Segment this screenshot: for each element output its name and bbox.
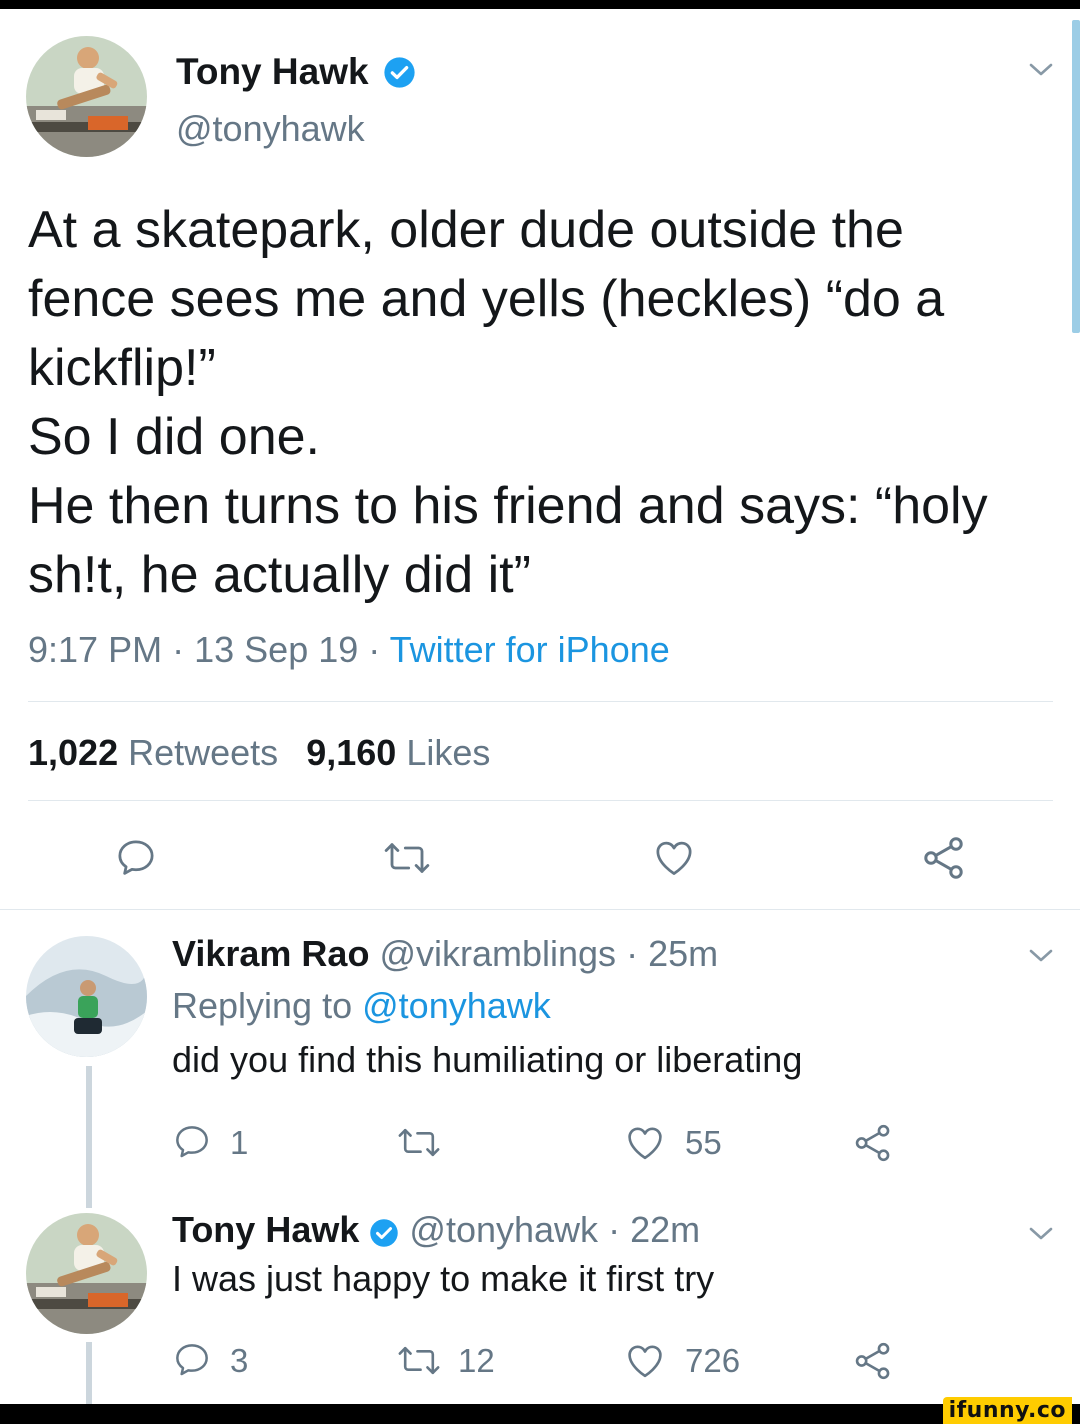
- like-count: 55: [685, 1124, 722, 1161]
- author-name[interactable]: Vikram Rao: [172, 933, 369, 974]
- tweet-date[interactable]: 13 Sep 19: [194, 629, 358, 670]
- time-ago[interactable]: 22m: [630, 1209, 700, 1250]
- watermark: ifunny.co: [942, 1397, 1072, 1424]
- tweet-text-line: At a skatepark, older dude outside the: [28, 201, 904, 259]
- retweets-label: Retweets: [128, 732, 279, 773]
- meta-separator: ·: [172, 629, 185, 670]
- reply-icon[interactable]: [114, 836, 158, 880]
- thread-line: [86, 1342, 92, 1404]
- reply-text: did you find this humiliating or liberat…: [172, 1039, 803, 1080]
- avatar[interactable]: [26, 1213, 147, 1334]
- retweet-icon[interactable]: [396, 1124, 442, 1161]
- tweet-source[interactable]: Twitter for iPhone: [390, 629, 670, 670]
- retweet-icon[interactable]: [382, 838, 432, 878]
- tweet-text: At a skatepark, older dude outside the f…: [28, 196, 988, 610]
- tweet-text-line: sh!t, he actually did it”: [28, 546, 531, 604]
- reply-text: I was just happy to make it first try: [172, 1258, 715, 1299]
- avatar[interactable]: [26, 36, 147, 157]
- avatar[interactable]: [26, 936, 147, 1057]
- likes-stat[interactable]: 9,160 Likes: [306, 732, 490, 773]
- author-row: Tony Hawk: [176, 50, 416, 94]
- reply-header: Vikram Rao @vikramblings · 25m: [172, 932, 718, 976]
- likes-label: Likes: [406, 732, 491, 773]
- meta-separator: ·: [608, 1209, 621, 1250]
- tweet-text-line: fence sees me and yells (heckles) “do a: [28, 270, 945, 328]
- tweet-time[interactable]: 9:17 PM: [28, 629, 162, 670]
- author-handle[interactable]: @tonyhawk: [176, 108, 365, 150]
- top-bar: [0, 0, 1080, 9]
- heart-icon[interactable]: [652, 836, 696, 880]
- retweet-count: 12: [458, 1342, 495, 1379]
- reply-count: 3: [230, 1342, 249, 1379]
- bottom-bar: [0, 1404, 1080, 1424]
- share-icon[interactable]: [920, 834, 968, 882]
- author-name[interactable]: Tony Hawk: [172, 1209, 359, 1250]
- retweets-count: 1,022: [28, 732, 119, 773]
- divider: [0, 909, 1080, 910]
- thread-line: [86, 1066, 92, 1208]
- divider: [28, 800, 1053, 801]
- tweet-stats: 1,022 Retweets 9,160 Likes: [28, 731, 490, 775]
- verified-badge-icon: [383, 55, 416, 88]
- author-handle[interactable]: @tonyhawk: [409, 1209, 598, 1250]
- tweet-meta: 9:17 PM · 13 Sep 19 · Twitter for iPhone: [28, 628, 670, 672]
- time-ago[interactable]: 25m: [648, 933, 718, 974]
- replying-label: Replying to: [172, 985, 353, 1026]
- share-icon[interactable]: [852, 1340, 894, 1382]
- tweet-text-line: kickflip!”: [28, 339, 216, 397]
- tweet-text-line: He then turns to his friend and says: “h…: [28, 477, 988, 535]
- share-icon[interactable]: [852, 1122, 894, 1164]
- chevron-down-icon[interactable]: [1028, 62, 1054, 78]
- like-count: 726: [685, 1342, 741, 1379]
- likes-count: 9,160: [306, 732, 397, 773]
- reply-icon[interactable]: [172, 1122, 212, 1162]
- reply-count: 1: [230, 1124, 249, 1161]
- meta-separator: ·: [368, 629, 381, 670]
- retweet-icon[interactable]: [396, 1342, 442, 1379]
- chevron-down-icon[interactable]: [1028, 948, 1054, 964]
- meta-separator: ·: [626, 933, 639, 974]
- heart-icon[interactable]: [624, 1340, 666, 1382]
- retweets-stat[interactable]: 1,022 Retweets: [28, 732, 288, 773]
- reply-icon[interactable]: [172, 1340, 212, 1380]
- reply-header: Tony Hawk @tonyhawk · 22m: [172, 1208, 700, 1252]
- verified-badge-icon: [369, 1214, 399, 1248]
- heart-icon[interactable]: [624, 1122, 666, 1164]
- chevron-down-icon[interactable]: [1028, 1226, 1054, 1242]
- replying-to: Replying to @tonyhawk: [172, 984, 551, 1028]
- tweet-text-line: So I did one.: [28, 408, 320, 466]
- scrollbar[interactable]: [1072, 20, 1080, 333]
- author-handle[interactable]: @vikramblings: [379, 933, 616, 974]
- divider: [28, 701, 1053, 702]
- replying-handle[interactable]: @tonyhawk: [362, 985, 551, 1026]
- author-name[interactable]: Tony Hawk: [176, 51, 369, 92]
